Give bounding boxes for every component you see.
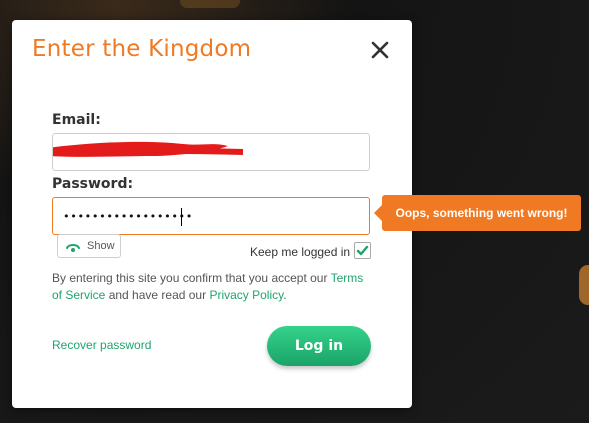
email-label: Email: <box>52 112 101 128</box>
password-label: Password: <box>52 176 134 192</box>
password-field[interactable]: •••••••••••••••••• <box>52 197 370 235</box>
text-caret <box>181 208 182 226</box>
password-masked-value: •••••••••••••••••• <box>63 210 194 223</box>
eye-icon <box>66 240 80 262</box>
checkmark-icon <box>356 245 369 256</box>
background-decoration <box>180 0 240 8</box>
show-password-button[interactable]: Show <box>57 234 121 258</box>
login-button[interactable]: Log in <box>267 326 371 366</box>
recover-password-link[interactable]: Recover password <box>52 338 151 352</box>
background-decoration <box>579 265 589 305</box>
show-password-label: Show <box>87 240 115 252</box>
privacy-policy-link[interactable]: Privacy Policy <box>209 288 283 302</box>
dialog-title: Enter the Kingdom <box>32 36 252 62</box>
keep-logged-in-label: Keep me logged in <box>250 245 351 259</box>
login-dialog: Enter the Kingdom Email: Password: •••••… <box>12 20 412 408</box>
error-message: Oops, something went wrong! <box>395 206 568 220</box>
redaction-scribble <box>53 141 244 157</box>
error-tooltip: Oops, something went wrong! <box>374 195 581 231</box>
terms-prefix: By entering this site you confirm that y… <box>52 271 331 285</box>
close-icon[interactable] <box>370 40 390 60</box>
email-field[interactable] <box>52 133 370 171</box>
keep-logged-in-checkbox[interactable] <box>354 242 371 259</box>
terms-suffix: . <box>283 288 287 302</box>
terms-text: By entering this site you confirm that y… <box>52 270 372 304</box>
terms-middle: and have read our <box>105 288 210 302</box>
